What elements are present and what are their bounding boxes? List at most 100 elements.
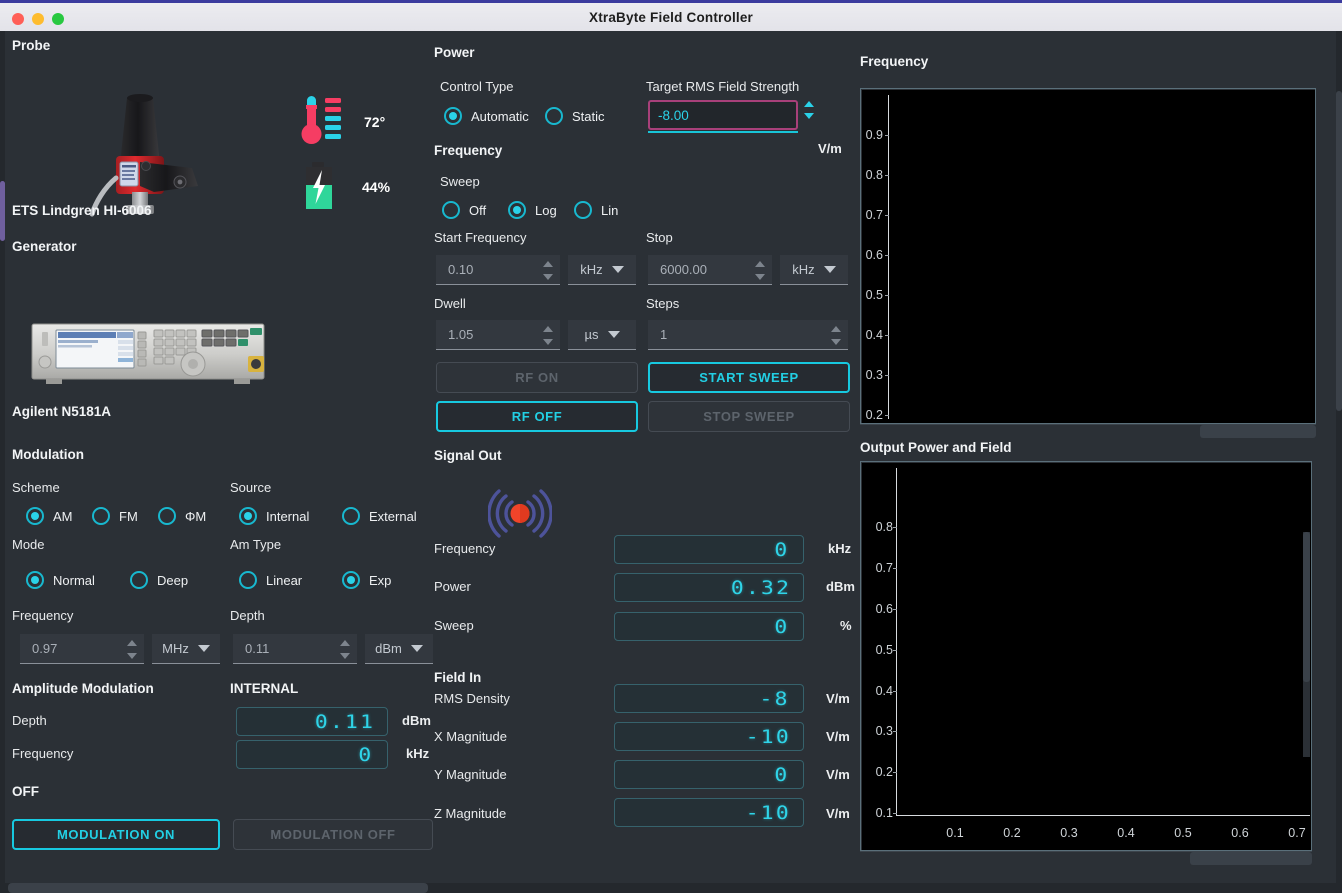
radio-sweep-lin[interactable]: Lin [574, 201, 618, 219]
left-scrollbar[interactable] [0, 31, 5, 893]
mod-frequency-unit-select[interactable]: MHz [152, 634, 220, 664]
signal-power-readout: 0.32 [614, 573, 804, 602]
signal-sweep-value: 0 [773, 615, 789, 638]
minimize-button[interactable] [32, 12, 44, 25]
radio-indicator [342, 571, 360, 589]
stepper-arrows[interactable] [831, 320, 841, 350]
y-tick: 0.7 [865, 208, 883, 222]
mod-depth-unit: dBm [375, 641, 402, 656]
mod-depth-unit-select[interactable]: dBm [365, 634, 433, 664]
target-rms-field[interactable]: -8.00 [648, 100, 814, 133]
stepper-arrows[interactable] [543, 320, 553, 350]
radio-indicator [342, 507, 360, 525]
target-rms-box[interactable]: -8.00 [648, 100, 798, 130]
radio-indicator [444, 107, 462, 125]
output-x-axis [896, 815, 1310, 816]
mod-depth-input[interactable]: 0.11 [233, 634, 357, 664]
stepper-arrows[interactable] [755, 255, 765, 285]
start-sweep-button[interactable]: START SWEEP [648, 362, 850, 393]
signal-sweep-label: Sweep [434, 618, 474, 633]
y-tick: 0.8 [865, 168, 883, 182]
am-source-title: INTERNAL [230, 681, 299, 696]
x-magnitude-readout: -10 [614, 722, 804, 751]
zoom-button[interactable] [52, 12, 64, 25]
app-body: Probe 72° 44% ETS Lindgren HI-6006 Gener… [0, 31, 1342, 893]
radio-scheme-phim[interactable]: ΦM [158, 507, 206, 525]
radio-sweep-off[interactable]: Off [442, 201, 486, 219]
stepper-arrows[interactable] [127, 634, 137, 664]
amplitude-modulation-title: Amplitude Modulation [12, 681, 154, 696]
radio-source-external[interactable]: External [342, 507, 417, 525]
frequency-group-title: Frequency [434, 143, 503, 158]
start-frequency-unit-select[interactable]: kHz [568, 255, 636, 285]
modulation-on-button[interactable]: MODULATION ON [12, 819, 220, 850]
target-rms-stepper[interactable] [804, 101, 814, 119]
radio-label: Deep [157, 572, 189, 588]
radio-label: Static [572, 108, 605, 124]
radio-amtype-linear[interactable]: Linear [239, 571, 302, 589]
chevron-down-icon [611, 266, 624, 273]
frequency-y-axis [888, 95, 889, 419]
stepper-arrows[interactable] [340, 634, 350, 664]
radio-control-static[interactable]: Static [545, 107, 605, 125]
dwell-value: 1.05 [448, 327, 474, 342]
x-tick: 0.6 [1231, 826, 1249, 840]
radio-scheme-am[interactable]: AM [26, 507, 73, 525]
right-scrollbar[interactable] [1336, 31, 1342, 893]
dwell-input[interactable]: 1.05 [436, 320, 560, 350]
frequency-chart-title: Frequency [860, 54, 929, 69]
stepper-arrows[interactable] [543, 255, 553, 285]
rf-on-button[interactable]: RF ON [436, 362, 638, 393]
probe-model: ETS Lindgren HI-6006 [12, 203, 152, 218]
frequency-chart-hscroll[interactable] [860, 424, 1316, 438]
signal-frequency-unit: kHz [828, 541, 852, 556]
stop-frequency-unit-select[interactable]: kHz [780, 255, 848, 285]
am-depth-unit: dBm [402, 713, 431, 728]
steps-input[interactable]: 1 [648, 320, 848, 350]
output-chart-vscroll[interactable] [1303, 532, 1310, 757]
mod-frequency-input[interactable]: 0.97 [20, 634, 144, 664]
x-magnitude-unit: V/m [826, 729, 850, 744]
am-depth-value: 0.11 [315, 710, 376, 733]
radio-mode-normal[interactable]: Normal [26, 571, 95, 589]
y-tick: 0.4 [875, 684, 893, 698]
output-chart[interactable]: 0.8 0.7 0.6 0.5 0.4 0.3 0.2 0.1 0.1 0.2 … [860, 461, 1312, 851]
radio-mode-deep[interactable]: Deep [130, 571, 188, 589]
rf-off-button[interactable]: RF OFF [436, 401, 638, 432]
radio-label: ΦM [185, 508, 207, 524]
probe-temperature-row: 72° [300, 93, 385, 151]
modulation-off-button[interactable]: MODULATION OFF [233, 819, 433, 850]
signal-frequency-label: Frequency [434, 541, 496, 556]
radio-scheme-fm[interactable]: FM [92, 507, 138, 525]
radio-indicator [130, 571, 148, 589]
close-button[interactable] [12, 12, 24, 25]
signal-generator-photo [31, 323, 265, 384]
steps-label: Steps [646, 296, 680, 311]
radio-label: Automatic [471, 108, 529, 124]
window-titlebar: XtraByte Field Controller [0, 0, 1342, 31]
stop-frequency-input[interactable]: 6000.00 [648, 255, 772, 285]
start-frequency-input[interactable]: 0.10 [436, 255, 560, 285]
window-controls[interactable] [12, 3, 64, 34]
signal-sweep-unit: % [840, 618, 852, 633]
thermometer-icon [301, 96, 341, 144]
radio-indicator [239, 507, 257, 525]
radio-source-internal[interactable]: Internal [239, 507, 309, 525]
radio-indicator [239, 571, 257, 589]
radio-label: Linear [266, 572, 303, 588]
dwell-unit-select[interactable]: µs [568, 320, 636, 350]
radio-amtype-exp[interactable]: Exp [342, 571, 391, 589]
control-type-label: Control Type [440, 79, 514, 94]
radio-label: AM [53, 508, 73, 524]
radio-indicator [92, 507, 110, 525]
signal-power-unit: dBm [826, 579, 855, 594]
output-chart-hscroll[interactable] [860, 851, 1312, 865]
radio-sweep-log[interactable]: Log [508, 201, 557, 219]
stop-frequency-label: Stop [646, 230, 673, 245]
radio-control-automatic[interactable]: Automatic [444, 107, 529, 125]
frequency-chart[interactable]: 0.9 0.8 0.7 0.6 0.5 0.4 0.3 0.2 [860, 88, 1316, 424]
sweep-label: Sweep [440, 174, 480, 189]
stop-sweep-button[interactable]: STOP SWEEP [648, 401, 850, 432]
window-title: XtraByte Field Controller [588, 9, 754, 25]
y-tick: 0.4 [865, 328, 883, 342]
